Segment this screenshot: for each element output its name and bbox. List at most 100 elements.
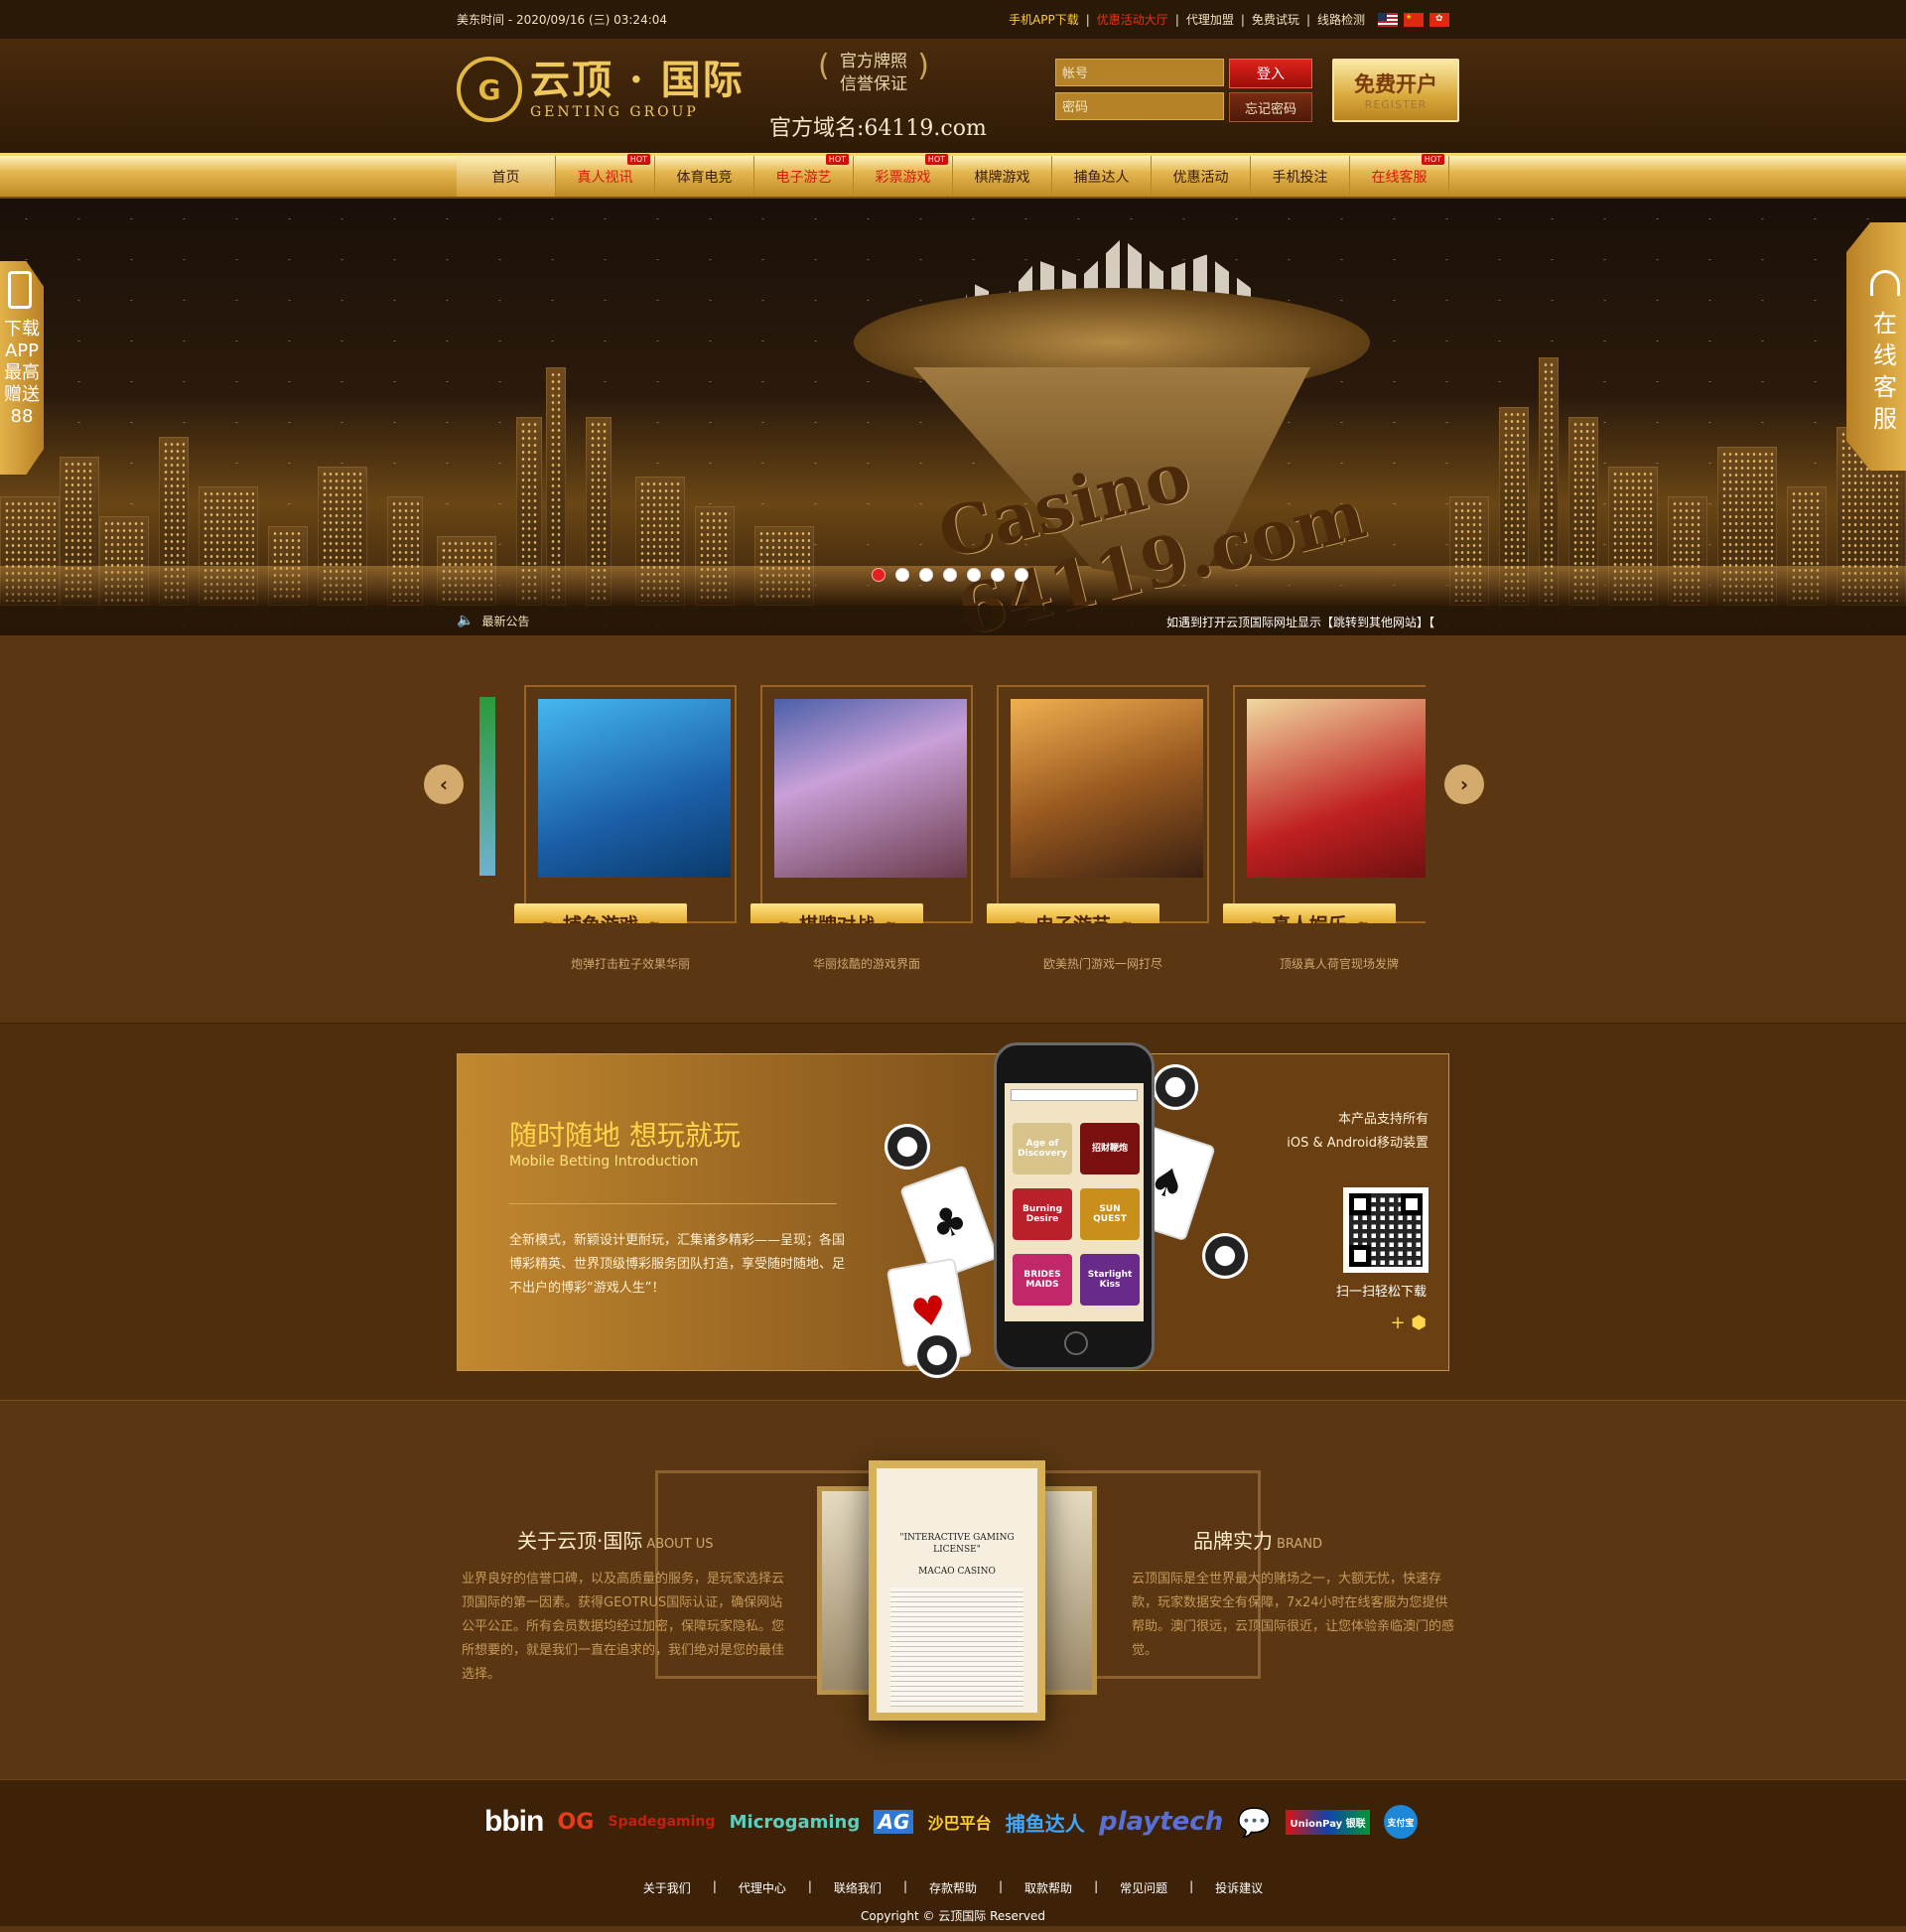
nav-item[interactable]: 彩票游戏 HOT bbox=[854, 154, 953, 197]
about-us: 关于云顶·国际 ABOUT US 业界良好的信誉口碑，以及高质量的服务，是玩家选择… bbox=[462, 1525, 789, 1687]
banner-dot[interactable] bbox=[895, 568, 909, 582]
notice-label: 最新公告 bbox=[481, 614, 530, 628]
banner-dot[interactable] bbox=[967, 568, 981, 582]
game-card[interactable]: 真人娱乐 bbox=[1223, 685, 1426, 923]
carousel-next-arrow-icon[interactable]: › bbox=[1444, 764, 1484, 804]
about-us-text: 业界良好的信誉口碑，以及高质量的服务，是玩家选择云顶国际的第一因素。获得GEOT… bbox=[462, 1572, 785, 1682]
wechat-icon: 💬 bbox=[1237, 1805, 1273, 1839]
game-card[interactable]: 电子游艺 bbox=[987, 685, 1209, 923]
banner-dot[interactable] bbox=[943, 568, 957, 582]
home-button-icon bbox=[1064, 1331, 1088, 1355]
qr-label: 扫一扫轻松下载 bbox=[1335, 1285, 1427, 1300]
us-flag-icon[interactable] bbox=[1378, 12, 1398, 27]
hot-badge: HOT bbox=[825, 154, 849, 165]
microgaming-logo: Microgaming bbox=[729, 1811, 861, 1833]
casino-island-image: Casino 64119.com bbox=[814, 228, 1430, 635]
free-trial-link[interactable]: 免费试玩 bbox=[1245, 11, 1306, 28]
hk-flag-icon[interactable] bbox=[1430, 12, 1449, 27]
nav-item[interactable]: 棋牌游戏 bbox=[953, 156, 1052, 197]
game-card[interactable]: 棋牌对战 bbox=[750, 685, 973, 923]
nav-item-label: 首页 bbox=[491, 169, 520, 186]
app-download-link[interactable]: 手机APP下载 bbox=[1002, 11, 1086, 28]
banner-pagination bbox=[872, 568, 1028, 582]
nav-item[interactable]: 捕鱼达人 bbox=[1052, 156, 1152, 197]
register-button[interactable]: 免费开户 REGISTER bbox=[1332, 59, 1459, 122]
nav-item-label: 彩票游戏 bbox=[875, 169, 931, 186]
line-check-link[interactable]: 线路检测 bbox=[1310, 11, 1372, 28]
banner-dot[interactable] bbox=[872, 568, 885, 582]
footer-link[interactable]: 联络我们 bbox=[812, 1879, 903, 1896]
official-domain: 官方域名:64119.com bbox=[769, 116, 987, 141]
os-icons: + ⬢ bbox=[1390, 1312, 1427, 1333]
game-card-title: 真人娱乐 bbox=[1223, 903, 1396, 923]
logo-cn: 云顶 · 国际 bbox=[530, 57, 745, 103]
device-support: 本产品支持所有 iOS & Android移动装置 bbox=[1287, 1112, 1429, 1151]
login-form: 登入 忘记密码 bbox=[1055, 59, 1312, 126]
forgot-password-button[interactable]: 忘记密码 bbox=[1229, 92, 1312, 122]
username-input[interactable] bbox=[1055, 59, 1224, 86]
footer-link[interactable]: 常见问题 bbox=[1098, 1879, 1189, 1896]
about-section: "INTERACTIVE GAMING LICENSE" MACAO CASIN… bbox=[0, 1400, 1906, 1779]
logo[interactable]: G 云顶 · 国际 GENTING GROUP bbox=[457, 57, 745, 122]
app-search-bar bbox=[1011, 1089, 1138, 1101]
side-text: 下载 bbox=[4, 319, 40, 340]
nav-item[interactable]: 首页 bbox=[457, 156, 556, 197]
nav-item[interactable]: 手机投注 bbox=[1251, 156, 1350, 197]
banner-dot[interactable] bbox=[991, 568, 1005, 582]
partner-logos: bbin OG Spadegaming Microgaming AG 沙巴平台 … bbox=[484, 1798, 1418, 1846]
logo-en: GENTING GROUP bbox=[530, 104, 699, 120]
footer-link[interactable]: 代理中心 bbox=[717, 1879, 808, 1896]
nav-item[interactable]: 体育电竞 bbox=[655, 156, 754, 197]
side-text: 客 bbox=[1873, 373, 1897, 401]
nav-item-label: 体育电竞 bbox=[676, 169, 733, 186]
nav-item[interactable]: 优惠活动 bbox=[1152, 156, 1251, 197]
playtech-logo: playtech bbox=[1099, 1807, 1224, 1837]
fishing-master-logo: 捕鱼达人 bbox=[1005, 1811, 1085, 1836]
nav-item-label: 棋牌游戏 bbox=[974, 169, 1030, 186]
games-carousel: ‹ 捕鱼游戏 棋牌对战 电子游艺 真人娱乐 › 炮弹打击粒子效果华丽 华丽炫酷的游戏界面… bbox=[0, 635, 1906, 1023]
bbin-logo: bbin bbox=[484, 1805, 544, 1838]
hot-badge: HOT bbox=[1421, 154, 1444, 165]
banner-dot[interactable] bbox=[1015, 568, 1028, 582]
password-input[interactable] bbox=[1055, 92, 1224, 120]
mobile-description: 全新模式，新颖设计更耐玩，汇集诸多精彩——呈现；各国博彩精英、世界顶级博彩服务团… bbox=[509, 1233, 846, 1296]
footer-link[interactable]: 关于我们 bbox=[621, 1879, 713, 1896]
hero-banner: Casino 64119.com 🔈 最新公告 如遇到打开云顶国际网址显示【跳转… bbox=[0, 199, 1906, 635]
brand-strength-text: 云顶国际是全世界最大的赌场之一，大额无忧，快速存款，玩家数据安全有保障，7x24… bbox=[1132, 1572, 1455, 1658]
server-time: 美东时间 - 2020/09/16 (三) 03:24:04 bbox=[457, 13, 668, 27]
login-button[interactable]: 登入 bbox=[1229, 59, 1312, 88]
game-card-image bbox=[1011, 699, 1203, 878]
online-service-float[interactable]: 在线客服 bbox=[1846, 222, 1906, 471]
game-card-desc: 炮弹打击粒子效果华丽 bbox=[570, 957, 690, 971]
app-game-tile: Starlight Kiss bbox=[1080, 1254, 1140, 1306]
game-card-title: 棋牌对战 bbox=[750, 903, 923, 923]
app-download-float[interactable]: 下载 APP 最高 赠送 88 bbox=[0, 261, 44, 475]
og-logo: OG bbox=[557, 1809, 595, 1835]
nav-item[interactable]: 真人视讯 HOT bbox=[556, 154, 655, 197]
unionpay-logo: UnionPay 银联 bbox=[1286, 1809, 1370, 1835]
game-card-desc: 欧美热门游戏一网打尽 bbox=[1042, 957, 1162, 971]
phone-mockup: Age of Discovery 招财鞭炮 Burning Desire SUN QU… bbox=[994, 1042, 1155, 1370]
game-card[interactable]: 捕鱼游戏 bbox=[514, 685, 737, 923]
mobile-panel: 随时随地 想玩就玩 Mobile Betting Introduction 全新… bbox=[457, 1042, 1449, 1378]
agent-link[interactable]: 代理加盟 bbox=[1179, 11, 1241, 28]
nav-item-label: 在线客服 bbox=[1371, 169, 1428, 186]
download-qr-code[interactable] bbox=[1343, 1187, 1429, 1273]
game-card-desc: 华丽炫酷的游戏界面 bbox=[812, 957, 920, 971]
license-badge: 官方牌照 信誉保证 bbox=[814, 51, 933, 96]
promo-hall-link[interactable]: 优惠活动大厅 bbox=[1090, 11, 1175, 28]
notice-marquee[interactable]: 如遇到打开云顶国际网址显示【跳转到其他网站】【 bbox=[1166, 614, 1449, 630]
mobile-title: 随时随地 想玩就玩 bbox=[509, 1119, 741, 1152]
footer-link[interactable]: 取款帮助 bbox=[1003, 1879, 1094, 1896]
game-card-title: 捕鱼游戏 bbox=[514, 903, 687, 923]
footer-link[interactable]: 存款帮助 bbox=[907, 1879, 999, 1896]
cn-flag-icon[interactable] bbox=[1404, 12, 1424, 27]
nav-item[interactable]: 在线客服 HOT bbox=[1350, 154, 1449, 197]
banner-dot[interactable] bbox=[919, 568, 933, 582]
nav-item[interactable]: 电子游艺 HOT bbox=[754, 154, 854, 197]
game-card-desc: 顶级真人荷官现场发牌 bbox=[1279, 957, 1399, 971]
footer-link[interactable]: 投诉建议 bbox=[1193, 1879, 1285, 1896]
mobile-section: 随时随地 想玩就玩 Mobile Betting Introduction 全新… bbox=[0, 1023, 1906, 1400]
shaba-logo: 沙巴平台 bbox=[927, 1814, 992, 1833]
carousel-prev-arrow-icon[interactable]: ‹ bbox=[424, 764, 464, 804]
